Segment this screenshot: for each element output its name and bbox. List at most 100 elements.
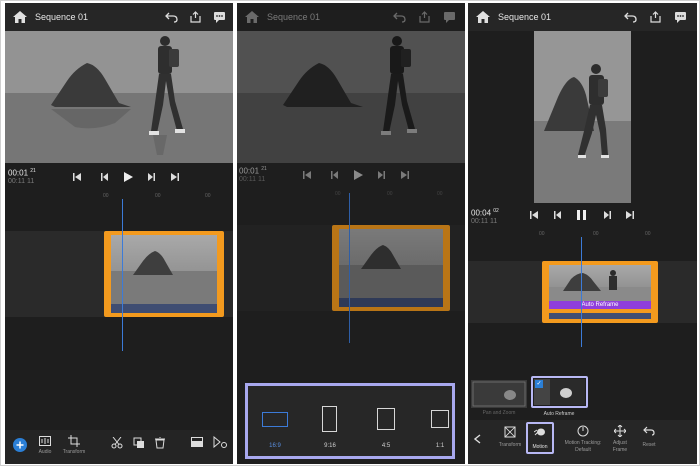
adjust-frame-label: Adjust: [613, 440, 627, 446]
undo-icon[interactable]: [393, 11, 406, 23]
top-bar: Sequence 01: [468, 3, 697, 31]
undo-icon[interactable]: [165, 11, 178, 23]
motion-tracking-icon[interactable]: [577, 425, 589, 437]
step-back-icon[interactable]: [554, 211, 561, 219]
transform-label: Transform: [62, 449, 86, 455]
skip-to-start-icon[interactable]: [530, 211, 538, 219]
transport-controls: [73, 172, 179, 182]
bottom-toolbar: Audio Transform: [5, 430, 233, 464]
ruler-tick: 00: [539, 231, 545, 237]
ruler-tick: 00: [387, 191, 393, 197]
aspect-ratio-picker: 16:9 9:16 4:5 1:1: [245, 383, 455, 459]
ruler-tick: 00: [645, 231, 651, 237]
adjust-frame-move-icon[interactable]: [614, 425, 626, 437]
playhead[interactable]: [581, 237, 582, 347]
top-bar: Sequence 01: [237, 3, 465, 31]
aspect-option-9-16[interactable]: [322, 406, 337, 432]
undo-icon[interactable]: [624, 11, 637, 23]
auto-reframe-label: Auto Reframe: [543, 411, 575, 417]
reset-icon[interactable]: [643, 426, 655, 436]
beach-scene-image: [237, 31, 465, 163]
skip-to-end-icon[interactable]: [401, 171, 409, 179]
sequence-title: Sequence 01: [35, 12, 89, 22]
transform-icon[interactable]: [68, 435, 80, 447]
total-duration: 00:11 11: [471, 218, 498, 225]
adjust-frame-sublabel: Frame: [612, 447, 628, 453]
audio-icon[interactable]: [39, 436, 51, 446]
editor-panel-2: Sequence 01 00:01 21 00:11 11 00 00 00 1…: [237, 3, 465, 464]
skip-to-start-icon[interactable]: [73, 173, 81, 181]
total-duration: 00:11 11: [239, 176, 266, 183]
motion-label: Motion: [532, 444, 548, 450]
aspect-option-1-1[interactable]: [431, 410, 449, 428]
sequence-title: Sequence 01: [498, 12, 552, 22]
audio-label: Audio: [38, 449, 52, 455]
play-icon[interactable]: [124, 172, 133, 182]
current-time: 00:04 02: [471, 208, 499, 218]
transform-label: Transform: [498, 442, 522, 448]
home-icon[interactable]: [13, 11, 27, 23]
screenshot-frame: Sequence 01 00:01 21 00:11 11 00 00 00 A…: [0, 0, 700, 466]
ruler-tick: 00: [593, 231, 599, 237]
clip-thumbnail: [339, 229, 443, 307]
video-clip[interactable]: Auto Reframe: [542, 261, 658, 323]
share-icon[interactable]: [189, 11, 202, 23]
feedback-icon[interactable]: [443, 11, 456, 23]
pause-icon[interactable]: [577, 210, 586, 220]
share-icon[interactable]: [418, 11, 431, 23]
feedback-icon[interactable]: [674, 11, 687, 23]
settings-share-icon[interactable]: [213, 436, 227, 448]
aspect-option-16-9[interactable]: [262, 412, 288, 427]
feedback-icon[interactable]: [213, 11, 226, 23]
step-back-icon[interactable]: [101, 173, 108, 181]
add-media-button[interactable]: [13, 438, 27, 452]
delete-trash-icon[interactable]: [155, 437, 165, 449]
current-time: 00:01 21: [239, 166, 267, 176]
split-scissors-icon[interactable]: [111, 437, 123, 449]
editor-panel-3: Sequence 01 00:04 02 00:11 11 00 00 00 A…: [468, 3, 697, 464]
playhead[interactable]: [122, 199, 123, 351]
skip-to-end-icon[interactable]: [171, 173, 179, 181]
skip-to-end-icon[interactable]: [626, 211, 634, 219]
step-forward-icon[interactable]: [604, 211, 611, 219]
ruler-tick: 00: [437, 191, 443, 197]
clip-thumbnail: [111, 235, 217, 313]
transport-controls: [303, 170, 409, 180]
home-icon[interactable]: [476, 11, 490, 23]
editor-panel-1: Sequence 01 00:01 21 00:11 11 00 00 00 A…: [5, 3, 233, 464]
share-icon[interactable]: [649, 11, 662, 23]
ruler-tick: 00: [335, 191, 341, 197]
total-duration: 00:11 11: [8, 178, 35, 185]
clip-audio-strip: [111, 304, 217, 313]
skip-to-start-icon[interactable]: [303, 171, 311, 179]
program-monitor-preview-vertical: [534, 31, 631, 203]
aspect-ratio-icon[interactable]: [191, 437, 203, 447]
aspect-option-4-5[interactable]: [377, 408, 395, 430]
motion-icon[interactable]: [534, 426, 546, 438]
current-time: 00:01 21: [8, 168, 36, 178]
auto-reframe-checkbox-checked[interactable]: ✓: [535, 380, 543, 388]
aspect-label-16-9: 16:9: [269, 443, 281, 449]
duplicate-icon[interactable]: [133, 437, 145, 449]
program-monitor-preview: [5, 31, 233, 163]
aspect-label-4-5: 4:5: [381, 443, 391, 449]
clip-audio-strip: [339, 298, 443, 307]
program-monitor-preview: [237, 31, 465, 163]
reset-label: Reset: [642, 442, 656, 448]
play-icon[interactable]: [354, 170, 363, 180]
step-back-icon[interactable]: [331, 171, 338, 179]
sequence-title: Sequence 01: [267, 12, 321, 22]
transform-icon[interactable]: [504, 426, 516, 438]
aspect-label-9-16: 9:16: [324, 443, 336, 449]
motion-tracking-label: Motion Tracking:: [564, 440, 602, 446]
step-forward-icon[interactable]: [148, 173, 155, 181]
ruler-tick: 00: [155, 193, 161, 199]
pan-zoom-label: Pan and Zoom: [482, 410, 516, 416]
home-icon[interactable]: [245, 11, 259, 23]
ruler-tick: 00: [205, 193, 211, 199]
playhead[interactable]: [349, 193, 350, 343]
clip-audio-strip: [549, 313, 651, 319]
step-forward-icon[interactable]: [378, 171, 385, 179]
option-pan-and-zoom[interactable]: [471, 380, 527, 408]
back-chevron-icon[interactable]: [474, 434, 481, 444]
